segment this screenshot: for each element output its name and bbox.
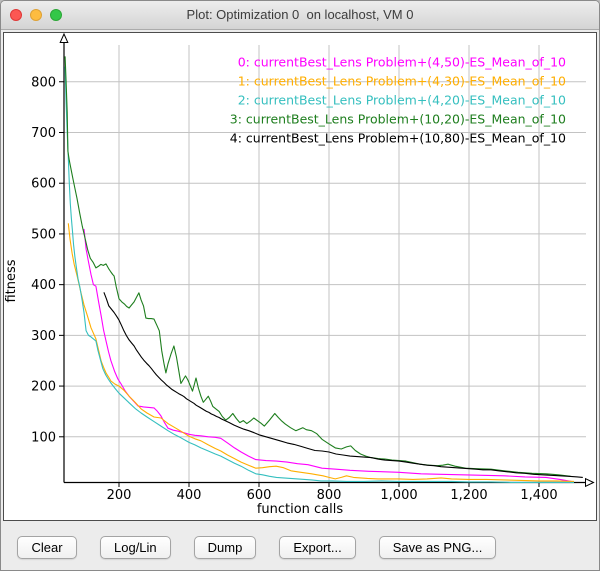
dump-button[interactable]: Dump	[194, 536, 257, 559]
x-tick-label: 600	[247, 488, 272, 503]
y-tick-label: 400	[31, 278, 56, 293]
export-button[interactable]: Export...	[279, 536, 355, 559]
titlebar[interactable]: Plot: Optimization 0 on localhost, VM 0	[1, 1, 599, 30]
legend-entry-1: 1: currentBest_Lens Problem+(4,30)-ES_Me…	[238, 74, 566, 89]
series-line-1	[68, 223, 574, 481]
y-tick-label: 800	[31, 75, 56, 90]
plot-panel: 200 400 600 800 1,000 1,200 1,400 100 200 300 400 5…	[3, 32, 597, 521]
window-controls	[10, 9, 62, 21]
plot-window: Plot: Optimization 0 on localhost, VM 0 …	[0, 0, 600, 571]
x-axis-arrow-icon	[586, 479, 594, 487]
legend-entry-4: 4: currentBest_Lens Problem+(10,80)-ES_M…	[230, 131, 566, 146]
legend-entry-2: 2: currentBest_Lens Problem+(4,20)-ES_Me…	[238, 93, 566, 108]
x-tick-label: 1,000	[380, 488, 417, 503]
window-title: Plot: Optimization 0 on localhost, VM 0	[1, 1, 599, 29]
series-line-2	[65, 67, 574, 483]
y-tick-label: 700	[31, 126, 56, 141]
y-axis-title: fitness	[4, 259, 19, 302]
y-tick-label: 100	[31, 430, 56, 445]
y-axis-arrow-icon	[60, 34, 68, 43]
x-tick-label: 400	[177, 488, 202, 503]
x-tick-label: 800	[317, 488, 342, 503]
button-row: Clear Log/Lin Dump Export... Save as PNG…	[17, 536, 496, 559]
x-tick-label: 1,200	[450, 488, 487, 503]
x-tick-label: 200	[107, 488, 132, 503]
minimize-button[interactable]	[30, 9, 42, 21]
loglin-button[interactable]: Log/Lin	[100, 536, 171, 559]
y-tick-label: 300	[31, 329, 56, 344]
clear-button[interactable]: Clear	[17, 536, 77, 559]
plot-canvas[interactable]: 200 400 600 800 1,000 1,200 1,400 100 200 300 400 5…	[4, 33, 596, 520]
y-tick-label: 200	[31, 380, 56, 395]
x-axis-title: function calls	[257, 502, 344, 517]
zoom-button[interactable]	[50, 9, 62, 21]
legend-entry-3: 3: currentBest_Lens Problem+(10,20)-ES_M…	[230, 112, 566, 127]
save-png-button[interactable]: Save as PNG...	[379, 536, 497, 559]
y-tick-label: 500	[31, 227, 56, 242]
x-tick-label: 1,400	[520, 488, 557, 503]
legend-entry-0: 0: currentBest_Lens Problem+(4,50)-ES_Me…	[238, 55, 566, 70]
series-line-4	[104, 292, 583, 477]
y-tick-label: 600	[31, 177, 56, 192]
close-button[interactable]	[10, 9, 22, 21]
